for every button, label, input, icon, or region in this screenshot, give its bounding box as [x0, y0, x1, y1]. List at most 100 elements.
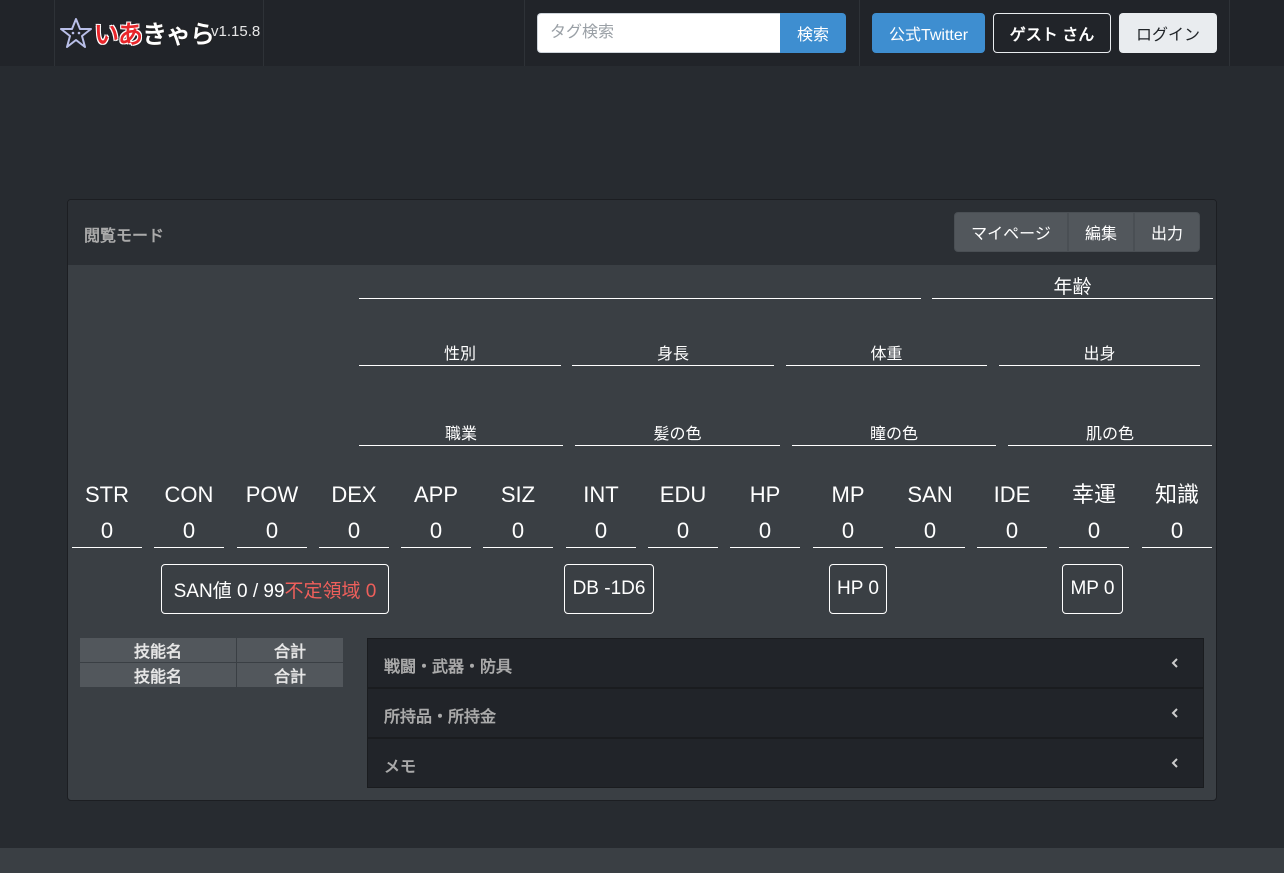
stat-value: 0 — [1170, 518, 1184, 543]
mp-badge: MP 0 — [1062, 564, 1123, 614]
stat-app: APP 0 — [401, 476, 471, 548]
stat-name: CON — [164, 482, 214, 507]
stat-dex: DEX 0 — [319, 476, 389, 548]
stat-value: 0 — [758, 518, 772, 543]
login-button[interactable]: ログイン — [1119, 13, 1217, 53]
stat-value: 0 — [511, 518, 525, 543]
brand-name: いあきゃら — [94, 15, 215, 51]
search-button[interactable]: 検索 — [780, 13, 846, 53]
damage-bonus-badge: DB -1D6 — [564, 564, 654, 614]
tag-search-input[interactable] — [537, 13, 781, 53]
origin-field: 出身 — [999, 336, 1200, 366]
navbar: いあきゃら v1.15.8 検索 公式Twitter ゲスト さん ログイン — [0, 0, 1284, 66]
output-button[interactable]: 出力 — [1134, 212, 1200, 252]
accordion-label: 戦闘・武器・防具 — [384, 659, 513, 676]
view-mode-title: 閲覧モード — [84, 228, 165, 245]
gender-field: 性別 — [359, 336, 561, 366]
sanity-value: SAN値 0 / 99 — [173, 580, 285, 602]
stat-name: EDU — [659, 482, 707, 507]
skills-table: 技能名 合計 技能名 合計 — [80, 638, 343, 688]
stat-value: 0 — [429, 518, 443, 543]
accordion-memo[interactable]: メモ — [367, 738, 1204, 788]
hair-color-field: 髪の色 — [575, 416, 780, 446]
stat-value: 0 — [1005, 518, 1019, 543]
guest-user-button[interactable]: ゲスト さん — [993, 13, 1111, 53]
edit-button[interactable]: 編集 — [1068, 212, 1134, 252]
stat-siz: SIZ 0 — [483, 476, 553, 548]
stat-int: INT 0 — [566, 476, 636, 548]
stat-name: STR — [85, 482, 129, 507]
accordion-label: 所持品・所持金 — [384, 709, 497, 726]
nav-divider — [859, 0, 860, 66]
nav-divider — [524, 0, 525, 66]
origin-label: 出身 — [1083, 346, 1116, 363]
stat-name: HP — [749, 482, 781, 507]
stat-name: DEX — [331, 482, 377, 507]
brand-name-red: いあ — [94, 20, 143, 49]
table-row: 技能名 合計 — [80, 663, 343, 688]
official-twitter-button[interactable]: 公式Twitter — [872, 13, 985, 53]
unstable-zone-value: 不定領域 0 — [284, 580, 377, 602]
stat-name: MP — [831, 482, 865, 507]
stat-con: CON 0 — [154, 476, 224, 548]
skin-color-label: 肌の色 — [1085, 426, 1134, 443]
chevron-left-icon — [1171, 708, 1178, 718]
version-label: v1.15.8 — [211, 23, 261, 40]
weight-label: 体重 — [870, 346, 903, 363]
stat-value: 0 — [841, 518, 855, 543]
footer-bar — [0, 848, 1284, 873]
stat-mp: MP 0 — [813, 476, 883, 548]
stat-hp: HP 0 — [730, 476, 800, 548]
weight-field: 体重 — [786, 336, 987, 366]
nav-divider — [263, 0, 264, 66]
stat-name: IDE — [993, 482, 1031, 507]
character-sheet-card: 閲覧モード マイページ 編集 出力 年齢 性別 身長 体重 出身 職業 髪の色 … — [67, 199, 1217, 801]
height-label: 身長 — [656, 346, 689, 363]
stat-value: 0 — [265, 518, 279, 543]
stat-san: SAN 0 — [895, 476, 965, 548]
stat-str: STR 0 — [72, 476, 142, 548]
stat-name: INT — [583, 482, 619, 507]
accordion-belongings-money[interactable]: 所持品・所持金 — [367, 688, 1204, 738]
stat-name: POW — [245, 482, 299, 507]
stat-name: 幸運 — [1071, 482, 1116, 507]
card-header: 閲覧モード マイページ 編集 出力 — [68, 200, 1216, 265]
hp-badge: HP 0 — [829, 564, 887, 614]
accordion-label: メモ — [384, 759, 417, 776]
stat-luck: 幸運 0 — [1059, 476, 1129, 548]
stat-value: 0 — [676, 518, 690, 543]
eye-color-field: 瞳の色 — [792, 416, 996, 446]
stat-value: 0 — [182, 518, 196, 543]
skill-name-header: 技能名 — [80, 638, 237, 662]
stat-value: 0 — [594, 518, 608, 543]
eye-color-label: 瞳の色 — [869, 426, 918, 443]
stat-value: 0 — [1087, 518, 1101, 543]
skill-total-header: 合計 — [273, 669, 306, 686]
stat-ide: IDE 0 — [977, 476, 1047, 548]
job-label: 職業 — [444, 426, 477, 443]
stat-value: 0 — [923, 518, 937, 543]
nav-divider — [1229, 0, 1230, 66]
hair-color-label: 髪の色 — [653, 426, 702, 443]
nav-divider — [54, 0, 55, 66]
height-field: 身長 — [572, 336, 774, 366]
brand-name-white: きゃら — [142, 20, 215, 49]
stat-name: 知識 — [1154, 482, 1199, 507]
chevron-left-icon — [1171, 658, 1178, 668]
stat-value: 0 — [347, 518, 361, 543]
stat-name: SAN — [907, 482, 953, 507]
age-field: 年齢 — [932, 270, 1213, 299]
stat-value: 0 — [100, 518, 114, 543]
chevron-left-icon — [1171, 758, 1178, 768]
stat-name: APP — [413, 482, 459, 507]
brand-logo[interactable]: いあきゃら — [60, 14, 215, 52]
gender-label: 性別 — [443, 346, 476, 363]
accordion-combat-weapons-armor[interactable]: 戦闘・武器・防具 — [367, 638, 1204, 688]
stat-name: SIZ — [500, 482, 536, 507]
mypage-button[interactable]: マイページ — [954, 212, 1068, 252]
job-field: 職業 — [359, 416, 563, 446]
stat-pow: POW 0 — [237, 476, 307, 548]
star-logo-icon — [60, 18, 92, 48]
table-row: 技能名 合計 — [80, 638, 343, 663]
stat-knowledge: 知識 0 — [1142, 476, 1212, 548]
